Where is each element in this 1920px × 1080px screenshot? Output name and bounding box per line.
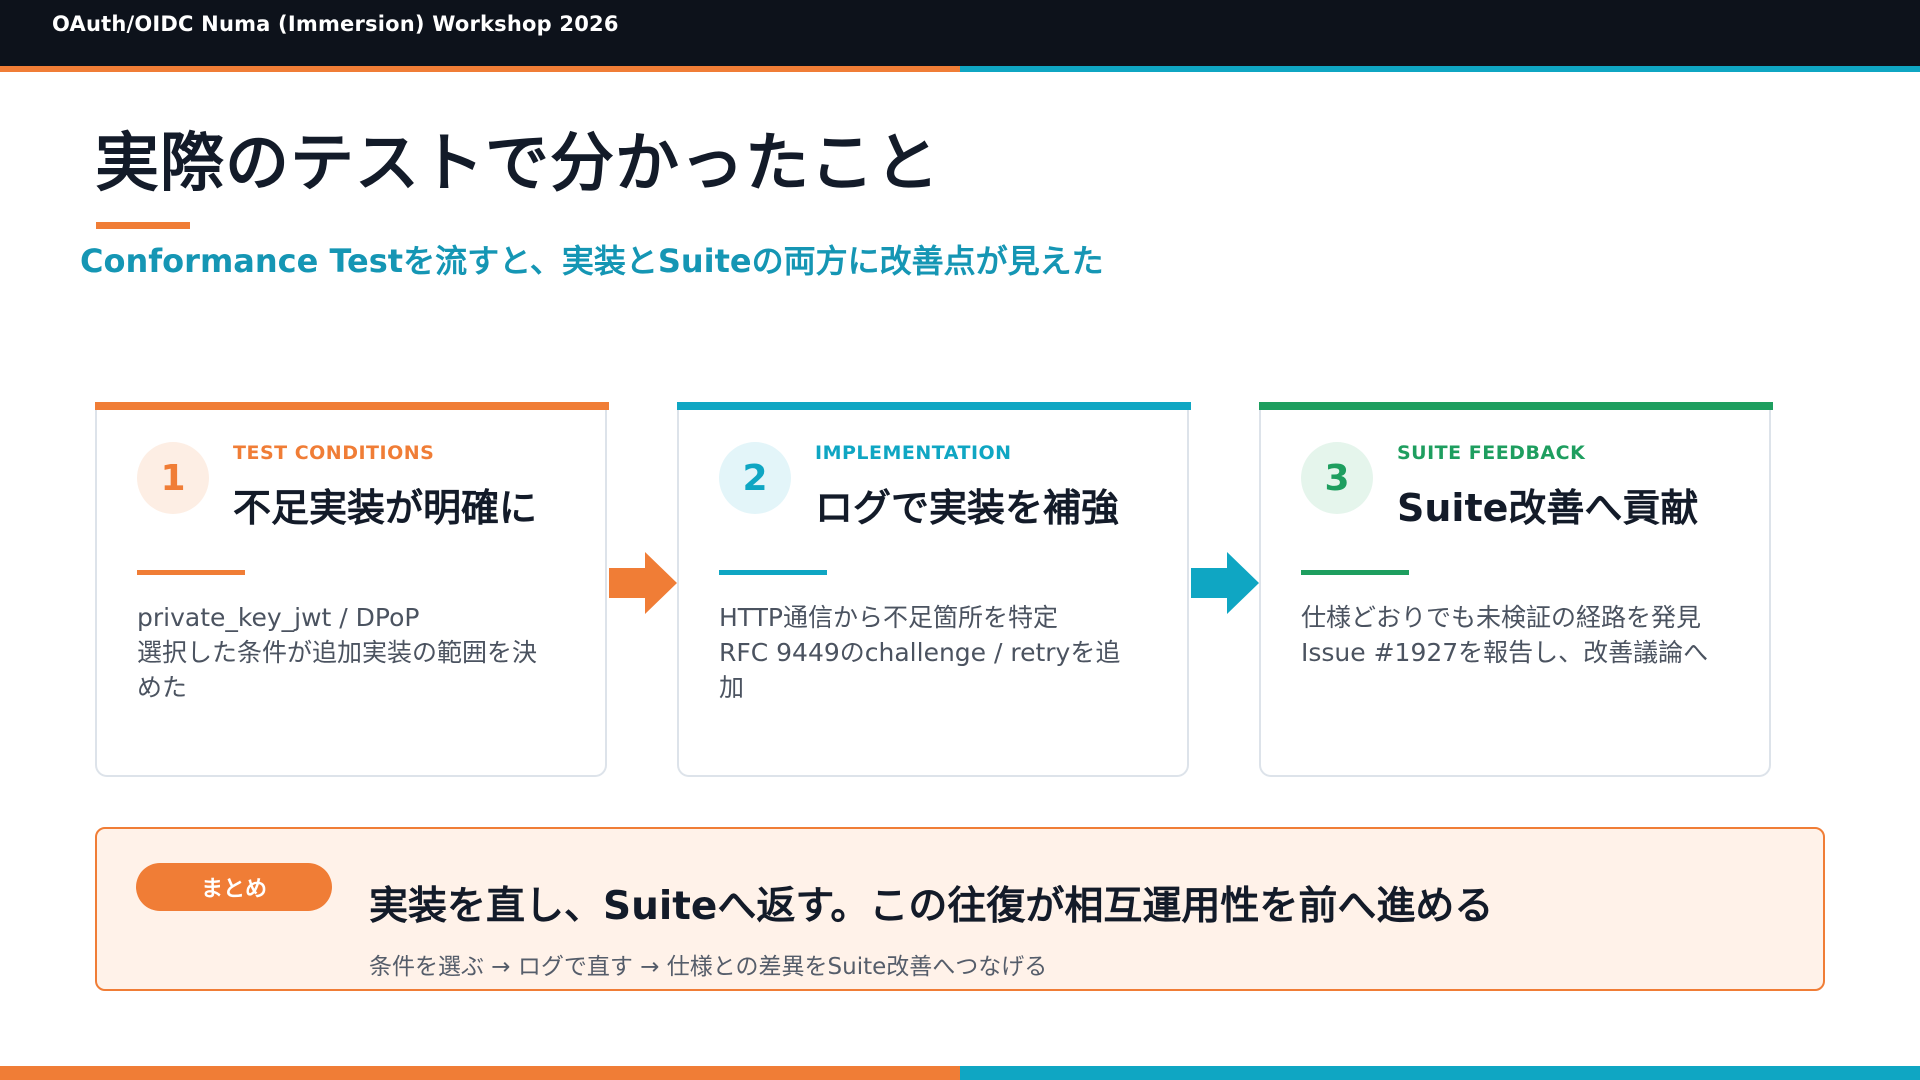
card-body: HTTP通信から不足箇所を特定 RFC 9449のchallenge / ret… (719, 600, 1149, 705)
card-implementation: 2 IMPLEMENTATION ログで実装を補強 HTTP通信から不足箇所を特… (677, 402, 1191, 777)
card-body: 仕様どおりでも未検証の経路を発見 Issue #1927を報告し、改善議論へ (1301, 600, 1731, 670)
card-heading: ログで実装を補強 (815, 486, 1120, 530)
card-body-line: 選択した条件が追加実装の範囲を決 (137, 638, 538, 667)
top-accent-stripe (0, 66, 1920, 72)
page-subtitle: Conformance Testを流すと、実装とSuiteの両方に改善点が見えた (80, 242, 1104, 280)
card-test-conditions: 1 TEST CONDITIONS 不足実装が明確に private_key_j… (95, 402, 609, 777)
card-heading: 不足実装が明確に (233, 486, 538, 530)
header-bar: OAuth/OIDC Numa (Immersion) Workshop 202… (0, 0, 1920, 66)
card-accent-bar (677, 402, 1191, 410)
card-divider (1301, 570, 1409, 575)
stripe-orange-segment (0, 66, 960, 72)
card-body-line: 加 (719, 673, 745, 702)
summary-badge: まとめ (136, 863, 332, 911)
stripe-orange-segment (0, 1066, 960, 1080)
header-title: OAuth/OIDC Numa (Immersion) Workshop 202… (52, 12, 619, 36)
card-divider (719, 570, 827, 575)
summary-flow-text: 条件を選ぶ → ログで直す → 仕様との差異をSuite改善へつなげる (369, 954, 1048, 980)
card-body-line: 仕様どおりでも未検証の経路を発見 (1301, 603, 1702, 632)
card-suite-feedback: 3 SUITE FEEDBACK Suite改善へ貢献 仕様どおりでも未検証の経… (1259, 402, 1773, 777)
step-number-badge: 2 (719, 442, 791, 514)
page-title: 実際のテストで分かったこと (95, 127, 940, 201)
card-body-line: HTTP通信から不足箇所を特定 (719, 603, 1058, 632)
card-body-line: private_key_jwt / DPoP (137, 603, 420, 632)
card-body-line: めた (137, 673, 188, 702)
card-category-label: SUITE FEEDBACK (1397, 442, 1586, 464)
step-number-badge: 1 (137, 442, 209, 514)
card-category-label: IMPLEMENTATION (815, 442, 1012, 464)
card-accent-bar (95, 402, 609, 410)
stripe-teal-segment (960, 66, 1920, 72)
step-number-badge: 3 (1301, 442, 1373, 514)
card-body-line: Issue #1927を報告し、改善議論へ (1301, 638, 1709, 667)
title-underline (96, 222, 190, 229)
bottom-accent-stripe (0, 1066, 1920, 1080)
card-accent-bar (1259, 402, 1773, 410)
card-heading: Suite改善へ貢献 (1397, 486, 1699, 530)
card-body: private_key_jwt / DPoP 選択した条件が追加実装の範囲を決 … (137, 600, 567, 705)
summary-headline: 実装を直し、Suiteへ返す。この往復が相互運用性を前へ進める (369, 884, 1494, 929)
card-category-label: TEST CONDITIONS (233, 442, 435, 464)
arrow-right-icon (609, 552, 677, 614)
card-divider (137, 570, 245, 575)
stripe-teal-segment (960, 1066, 1920, 1080)
slide: OAuth/OIDC Numa (Immersion) Workshop 202… (0, 0, 1920, 1080)
card-body-line: RFC 9449のchallenge / retryを追 (719, 638, 1121, 667)
arrow-right-icon (1191, 552, 1259, 614)
summary-box: まとめ 実装を直し、Suiteへ返す。この往復が相互運用性を前へ進める 条件を選… (95, 827, 1825, 991)
